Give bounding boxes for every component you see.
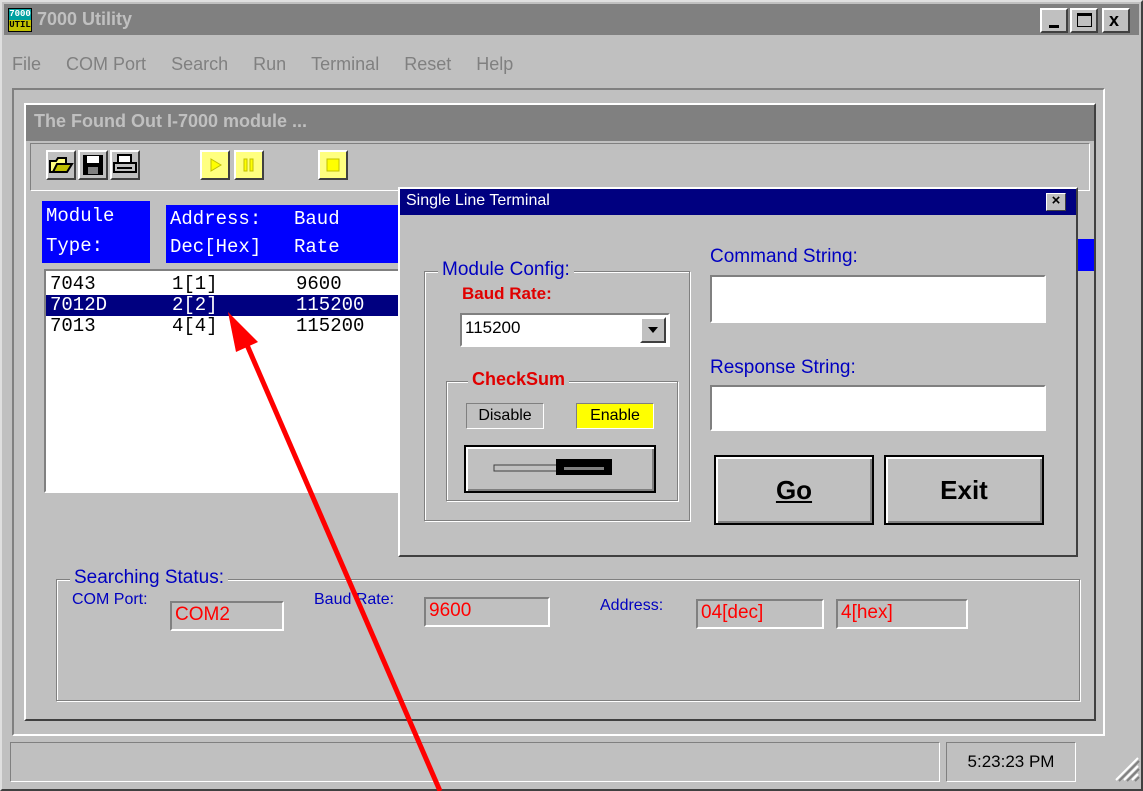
- annotation-arrow-head: [228, 312, 258, 352]
- annotation-arrow-line: [241, 337, 443, 791]
- annotation-arrow: [228, 312, 443, 791]
